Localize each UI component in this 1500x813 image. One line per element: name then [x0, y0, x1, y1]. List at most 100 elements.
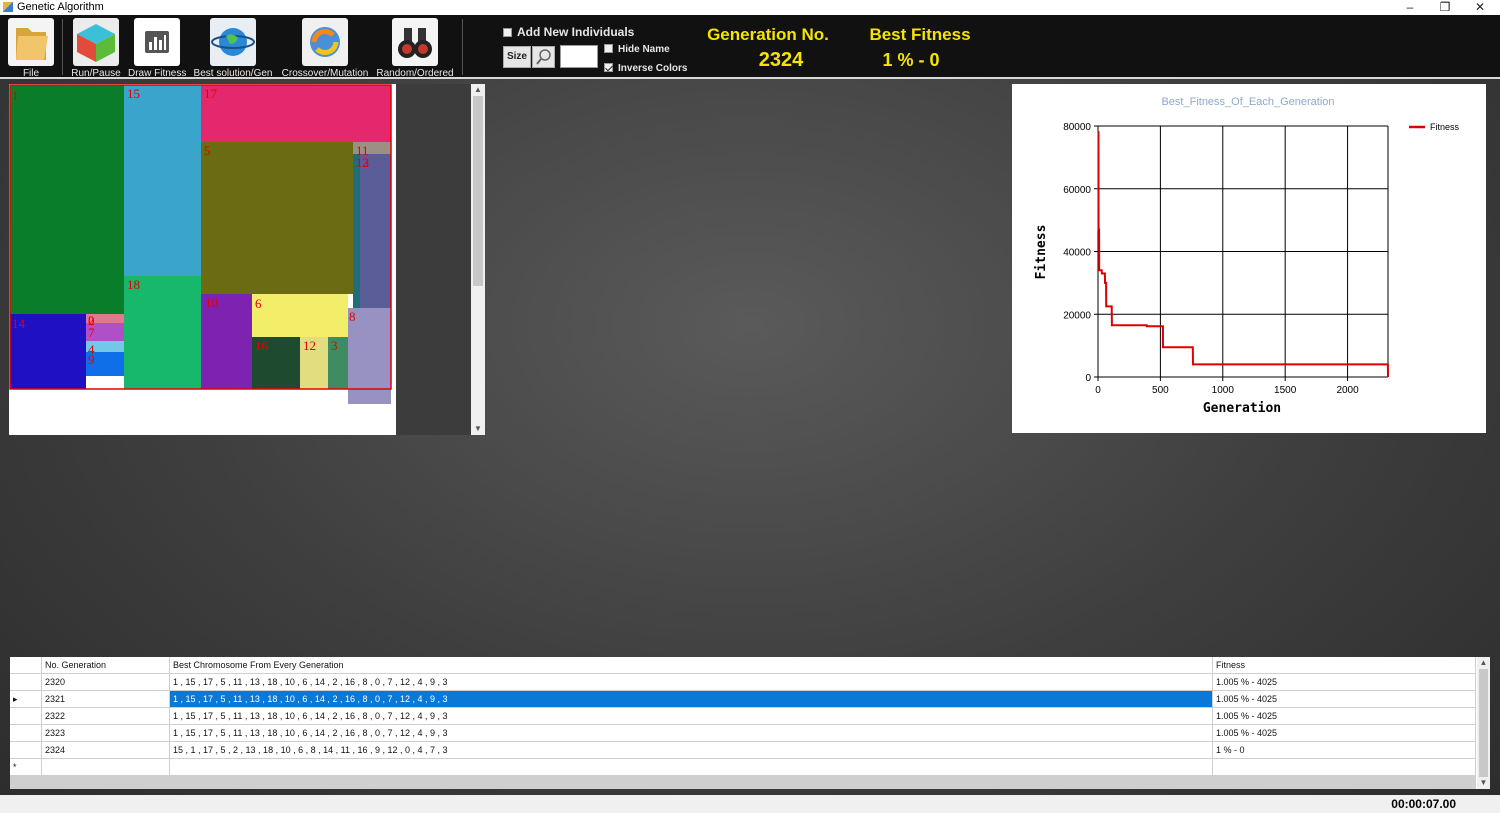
- random-ordered-button[interactable]: Random/Ordered: [376, 17, 454, 79]
- block-label: 6: [255, 296, 262, 311]
- app-icon: [3, 2, 13, 12]
- y-tick-label: 40000: [1063, 248, 1091, 259]
- new-row-cell[interactable]: *: [10, 759, 42, 776]
- new-row-cell[interactable]: [170, 759, 1213, 776]
- status-bar: 00:00:07.00: [0, 795, 1500, 813]
- layout-block: [124, 85, 201, 276]
- table-row[interactable]: ▸ 2321 1 , 15 , 17 , 5 , 11 , 13 , 18 , 10…: [10, 691, 1476, 708]
- chart-svg: Best_Fitness_Of_Each_Generation 0 500 1000 1…: [1034, 96, 1460, 416]
- canvas-gutter: [396, 84, 471, 435]
- table-row[interactable]: 2324 15 , 1 , 17 , 5 , 2 , 13 , 18 , 10 ,…: [10, 742, 1476, 759]
- block-label: 18: [127, 277, 140, 292]
- generation-cell[interactable]: 2321: [42, 691, 170, 708]
- inverse-colors-checkbox[interactable]: Inverse Colors: [604, 63, 687, 74]
- layout-block: [360, 154, 391, 308]
- checkbox-box-checked: [604, 63, 613, 72]
- layout-block: [252, 294, 348, 337]
- random-ordered-label: Random/Ordered: [376, 68, 454, 79]
- minimize-button[interactable]: –: [1392, 0, 1428, 15]
- maximize-button[interactable]: ❐: [1427, 0, 1463, 15]
- best-fitness-value: 1 % - 0: [882, 50, 940, 70]
- generation-cell[interactable]: 2324: [42, 742, 170, 759]
- size-button[interactable]: Size: [503, 46, 531, 68]
- draw-fitness-label: Draw Fitness: [128, 68, 187, 79]
- canvas-scrollbar[interactable]: ▲ ▼: [471, 84, 485, 435]
- magnifier-icon: [536, 49, 551, 65]
- new-row[interactable]: *: [10, 759, 1476, 776]
- block-label: 3: [331, 338, 338, 353]
- row-header-corner: [10, 657, 42, 674]
- table-row[interactable]: 2322 1 , 15 , 17 , 5 , 11 , 13 , 18 , 10 …: [10, 708, 1476, 725]
- grid-header-row: No. Generation Best Chromosome From Ever…: [10, 657, 1476, 674]
- column-header-fitness[interactable]: Fitness: [1213, 657, 1476, 674]
- size-input[interactable]: [560, 45, 598, 68]
- chromosome-cell[interactable]: 1 , 15 , 17 , 5 , 11 , 13 , 18 , 10 , 6 …: [170, 708, 1213, 725]
- row-header-cell[interactable]: [10, 674, 42, 691]
- layout-block: [201, 142, 353, 294]
- row-header-cell[interactable]: [10, 725, 42, 742]
- row-header-cell[interactable]: [10, 708, 42, 725]
- toolbar-separator: [462, 19, 463, 75]
- column-header-chromosome[interactable]: Best Chromosome From Every Generation: [170, 657, 1213, 674]
- toolbar-separator: [62, 19, 63, 75]
- checkbox-box: [503, 28, 512, 37]
- row-header-cell[interactable]: [10, 742, 42, 759]
- grid-scrollbar[interactable]: ▲ ▼: [1477, 657, 1490, 789]
- chromosome-cell[interactable]: 1 , 15 , 17 , 5 , 11 , 13 , 18 , 10 , 6 …: [170, 674, 1213, 691]
- block-label: 14: [12, 316, 26, 331]
- scroll-thumb[interactable]: [1479, 669, 1488, 777]
- zoom-button[interactable]: [532, 46, 555, 68]
- generation-cell[interactable]: 2320: [42, 674, 170, 691]
- scroll-thumb[interactable]: [473, 96, 483, 286]
- fitness-cell[interactable]: 1.005 % - 4025: [1213, 674, 1476, 691]
- generation-cell[interactable]: 2322: [42, 708, 170, 725]
- new-row-cell[interactable]: [1213, 759, 1476, 776]
- chromosome-cell[interactable]: 1 , 15 , 17 , 5 , 11 , 13 , 18 , 10 , 6 …: [170, 691, 1213, 708]
- chromosome-cell[interactable]: 1 , 15 , 17 , 5 , 11 , 13 , 18 , 10 , 6 …: [170, 725, 1213, 742]
- y-tick-label: 0: [1085, 373, 1091, 384]
- layout-block: [10, 85, 124, 314]
- block-label: 5: [204, 143, 211, 158]
- add-new-individuals-checkbox[interactable]: Add New Individuals: [503, 25, 634, 39]
- crossover-mutation-button[interactable]: Crossover/Mutation: [280, 17, 370, 79]
- y-axis-label: Fitness: [1034, 225, 1049, 280]
- scroll-down-icon[interactable]: ▼: [471, 423, 485, 435]
- y-tick-label: 60000: [1063, 185, 1091, 196]
- new-row-cell[interactable]: [42, 759, 170, 776]
- best-fitness-label: Best Fitness: [869, 25, 971, 44]
- block-label: 7: [88, 325, 95, 340]
- best-solution-button[interactable]: Best solution/Gen: [192, 17, 274, 79]
- grid-empty-area: [10, 776, 1476, 789]
- block-label: 17: [204, 86, 218, 101]
- x-axis-label: Generation: [1203, 401, 1281, 416]
- fitness-cell[interactable]: 1.005 % - 4025: [1213, 725, 1476, 742]
- draw-fitness-button[interactable]: Draw Fitness: [128, 17, 186, 79]
- close-button[interactable]: ✕: [1462, 0, 1498, 15]
- fitness-cell[interactable]: 1.005 % - 4025: [1213, 691, 1476, 708]
- generation-cell[interactable]: 2323: [42, 725, 170, 742]
- scroll-down-icon[interactable]: ▼: [1477, 777, 1490, 789]
- hide-name-checkbox[interactable]: Hide Name: [604, 44, 670, 55]
- table-row[interactable]: 2320 1 , 15 , 17 , 5 , 11 , 13 , 18 , 10 …: [10, 674, 1476, 691]
- block-label: 15: [127, 86, 140, 101]
- fitness-series-line: [1097, 131, 1389, 378]
- file-label: File: [22, 68, 40, 79]
- best-solution-label: Best solution/Gen: [193, 68, 273, 79]
- chromosome-cell[interactable]: 15 , 1 , 17 , 5 , 2 , 13 , 18 , 10 , 6 ,…: [170, 742, 1213, 759]
- folder-icon: [8, 18, 54, 66]
- hide-name-label: Hide Name: [618, 44, 670, 55]
- refresh-icon: [302, 18, 348, 66]
- scroll-up-icon[interactable]: ▲: [1477, 657, 1490, 669]
- column-header-generation[interactable]: No. Generation: [42, 657, 170, 674]
- fitness-cell[interactable]: 1 % - 0: [1213, 742, 1476, 759]
- run-pause-label: Run/Pause: [71, 68, 121, 79]
- row-header-cell[interactable]: ▸: [10, 691, 42, 708]
- cube-icon: [73, 18, 119, 66]
- layout-canvas: 1 15 17 5 11 13 18 10 6 14 2 16 8 0 7 12 4 9 3 12: [9, 84, 396, 435]
- table-row[interactable]: 2323 1 , 15 , 17 , 5 , 11 , 13 , 18 , 10 …: [10, 725, 1476, 742]
- window-title: Genetic Algorithm: [17, 1, 104, 13]
- file-button[interactable]: File: [5, 17, 57, 79]
- fitness-cell[interactable]: 1.005 % - 4025: [1213, 708, 1476, 725]
- run-pause-button[interactable]: Run/Pause: [68, 17, 124, 79]
- scroll-up-icon[interactable]: ▲: [471, 84, 485, 96]
